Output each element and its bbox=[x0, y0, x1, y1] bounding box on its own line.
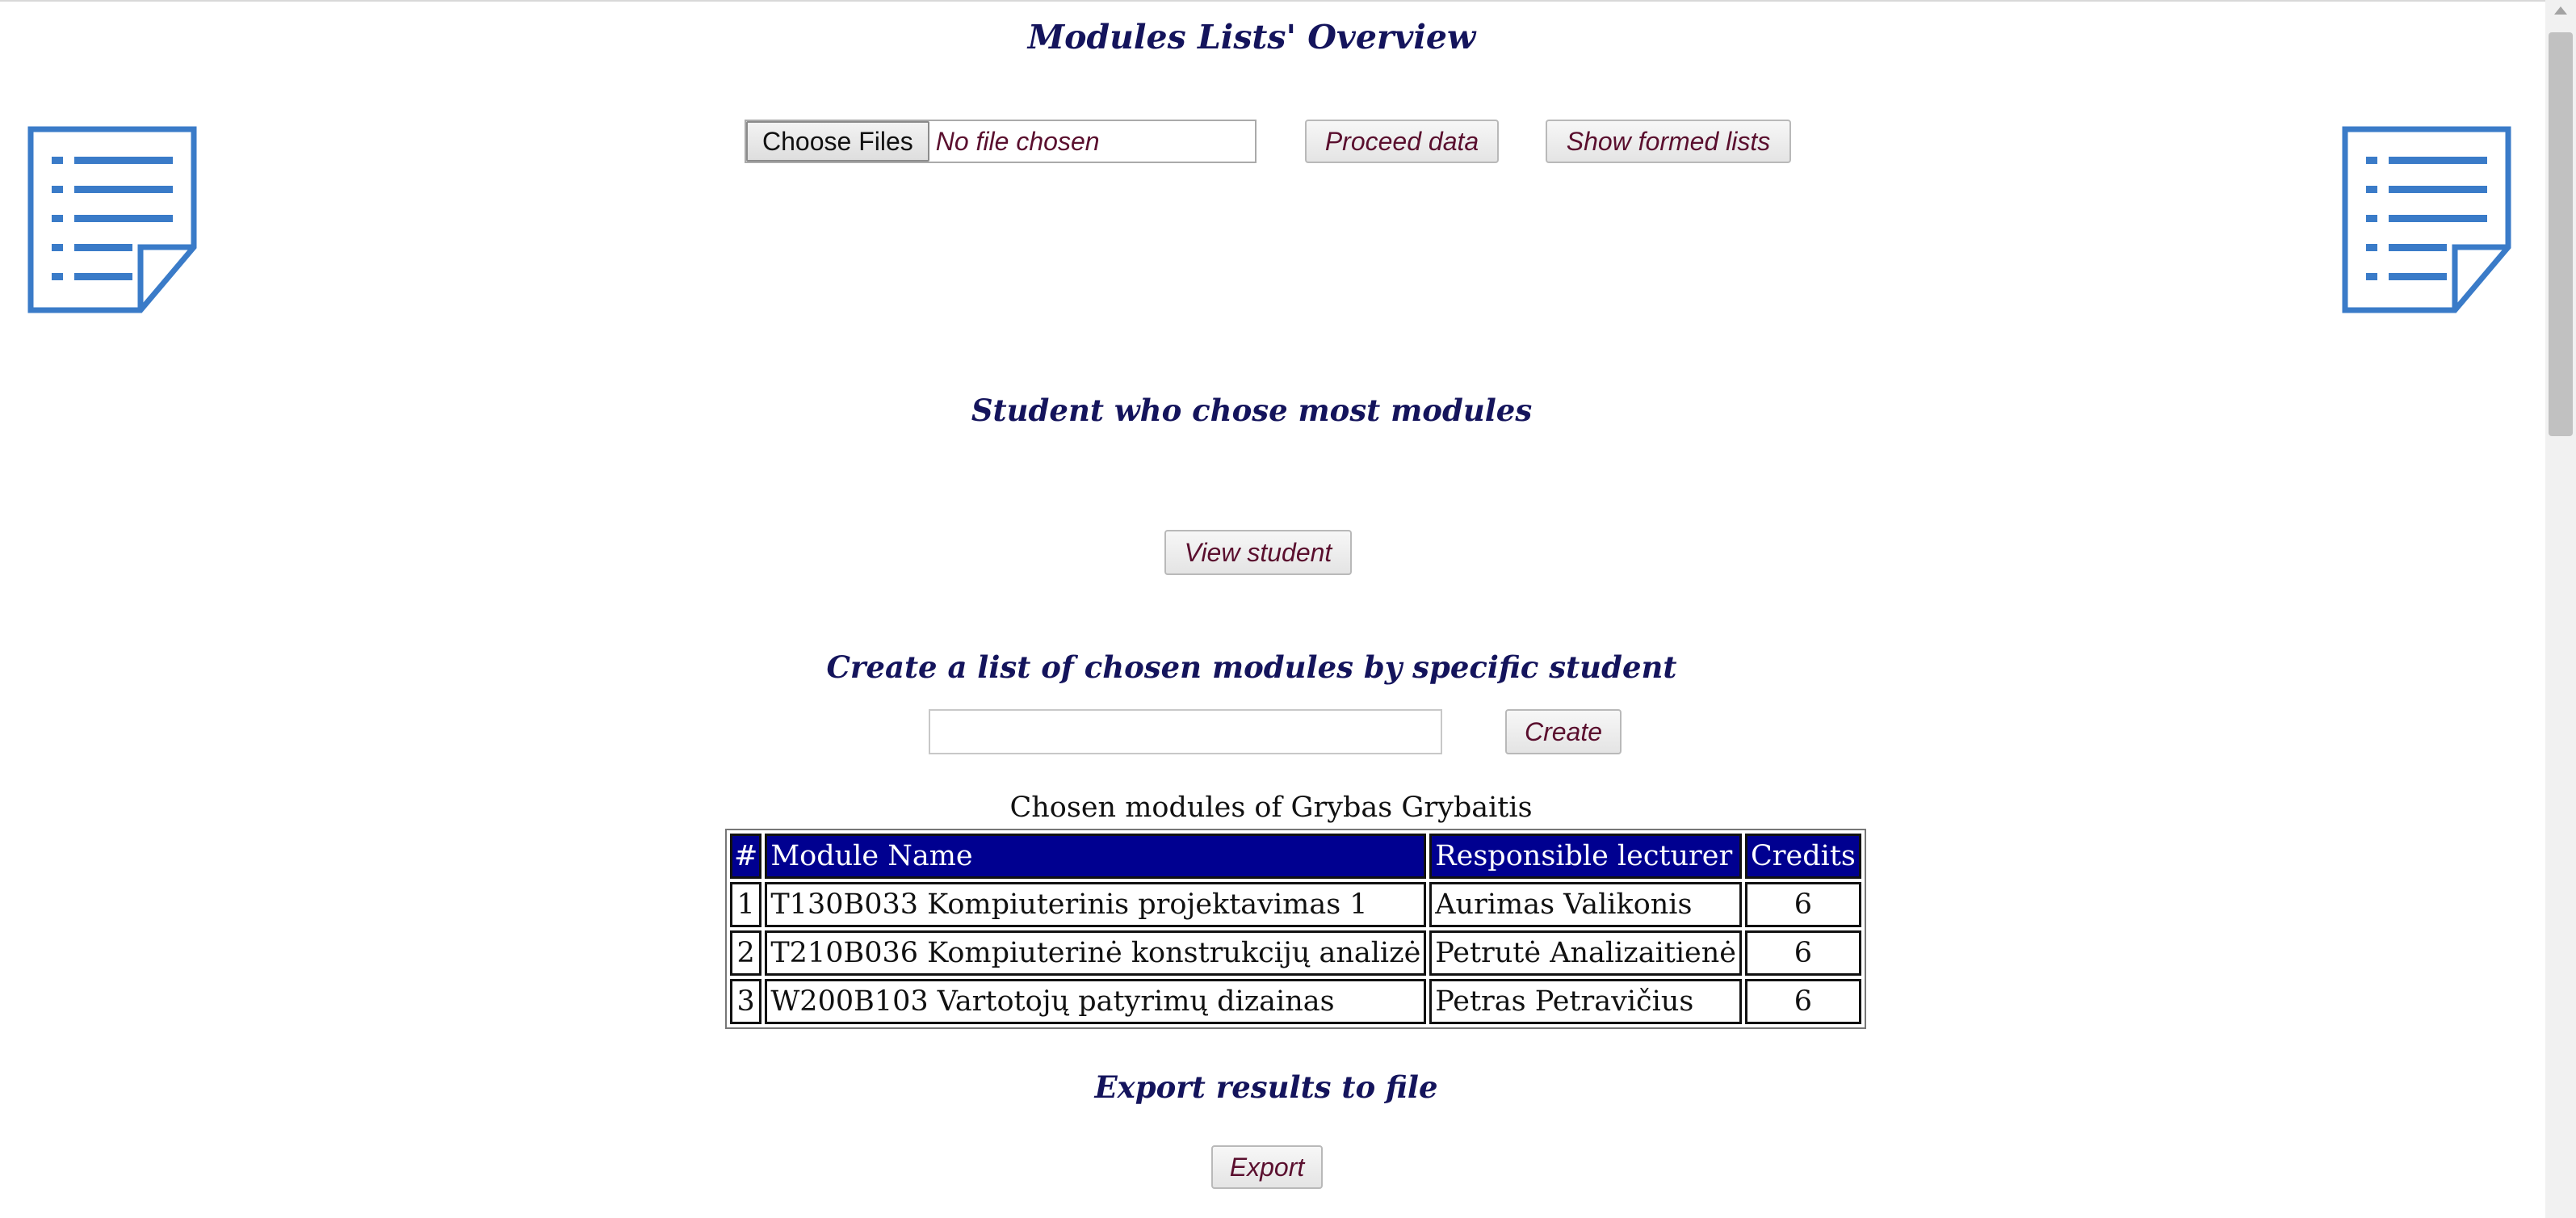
page-title: Modules Lists' Overview bbox=[1027, 18, 1476, 57]
document-list-icon bbox=[27, 126, 197, 313]
table-header-row: # Module Name Responsible lecturer Credi… bbox=[730, 834, 1861, 879]
export-button[interactable]: Export bbox=[1211, 1145, 1323, 1189]
row-credits: 6 bbox=[1745, 979, 1861, 1024]
row-number: 3 bbox=[730, 979, 762, 1024]
file-upload-input[interactable]: Choose Files No file chosen bbox=[745, 120, 1257, 163]
row-lecturer: Petras Petravičius bbox=[1429, 979, 1743, 1024]
proceed-data-button[interactable]: Proceed data bbox=[1305, 120, 1499, 163]
file-status-text: No file chosen bbox=[935, 126, 1100, 156]
row-number: 2 bbox=[730, 930, 762, 976]
header-number: # bbox=[730, 834, 762, 879]
header-lecturer: Responsible lecturer bbox=[1429, 834, 1743, 879]
choose-files-button[interactable]: Choose Files bbox=[746, 121, 929, 162]
export-heading: Export results to file bbox=[1094, 1069, 1438, 1105]
create-list-heading: Create a list of chosen modules by speci… bbox=[826, 649, 1677, 685]
most-modules-heading: Student who chose most modules bbox=[971, 393, 1533, 428]
header-module-name: Module Name bbox=[765, 834, 1427, 879]
row-number: 1 bbox=[730, 882, 762, 927]
row-lecturer: Aurimas Valikonis bbox=[1429, 882, 1743, 927]
create-button[interactable]: Create bbox=[1505, 709, 1622, 754]
scrollbar-thumb[interactable] bbox=[2549, 32, 2573, 436]
show-formed-lists-button[interactable]: Show formed lists bbox=[1546, 120, 1791, 163]
top-border bbox=[0, 0, 2576, 2]
student-name-input[interactable] bbox=[929, 709, 1442, 754]
table-row: 2 T210B036 Kompiuterinė konstrukcijų ana… bbox=[730, 930, 1861, 976]
row-module-name: T210B036 Kompiuterinė konstrukcijų anali… bbox=[765, 930, 1427, 976]
table-row: 3 W200B103 Vartotojų patyrimų dizainas P… bbox=[730, 979, 1861, 1024]
table-row: 1 T130B033 Kompiuterinis projektavimas 1… bbox=[730, 882, 1861, 927]
row-module-name: W200B103 Vartotojų patyrimų dizainas bbox=[765, 979, 1427, 1024]
table-caption: Chosen modules of Grybas Grybaitis bbox=[1009, 792, 1533, 824]
document-list-icon bbox=[2342, 126, 2511, 313]
chosen-modules-table: # Module Name Responsible lecturer Credi… bbox=[725, 829, 1866, 1029]
row-lecturer: Petrutė Analizaitienė bbox=[1429, 930, 1743, 976]
view-student-button[interactable]: View student bbox=[1164, 530, 1352, 575]
vertical-scrollbar[interactable] bbox=[2545, 0, 2576, 1218]
header-credits: Credits bbox=[1745, 834, 1861, 879]
row-credits: 6 bbox=[1745, 930, 1861, 976]
row-module-name: T130B033 Kompiuterinis projektavimas 1 bbox=[765, 882, 1427, 927]
scroll-up-arrow-icon[interactable] bbox=[2554, 6, 2567, 15]
row-credits: 6 bbox=[1745, 882, 1861, 927]
